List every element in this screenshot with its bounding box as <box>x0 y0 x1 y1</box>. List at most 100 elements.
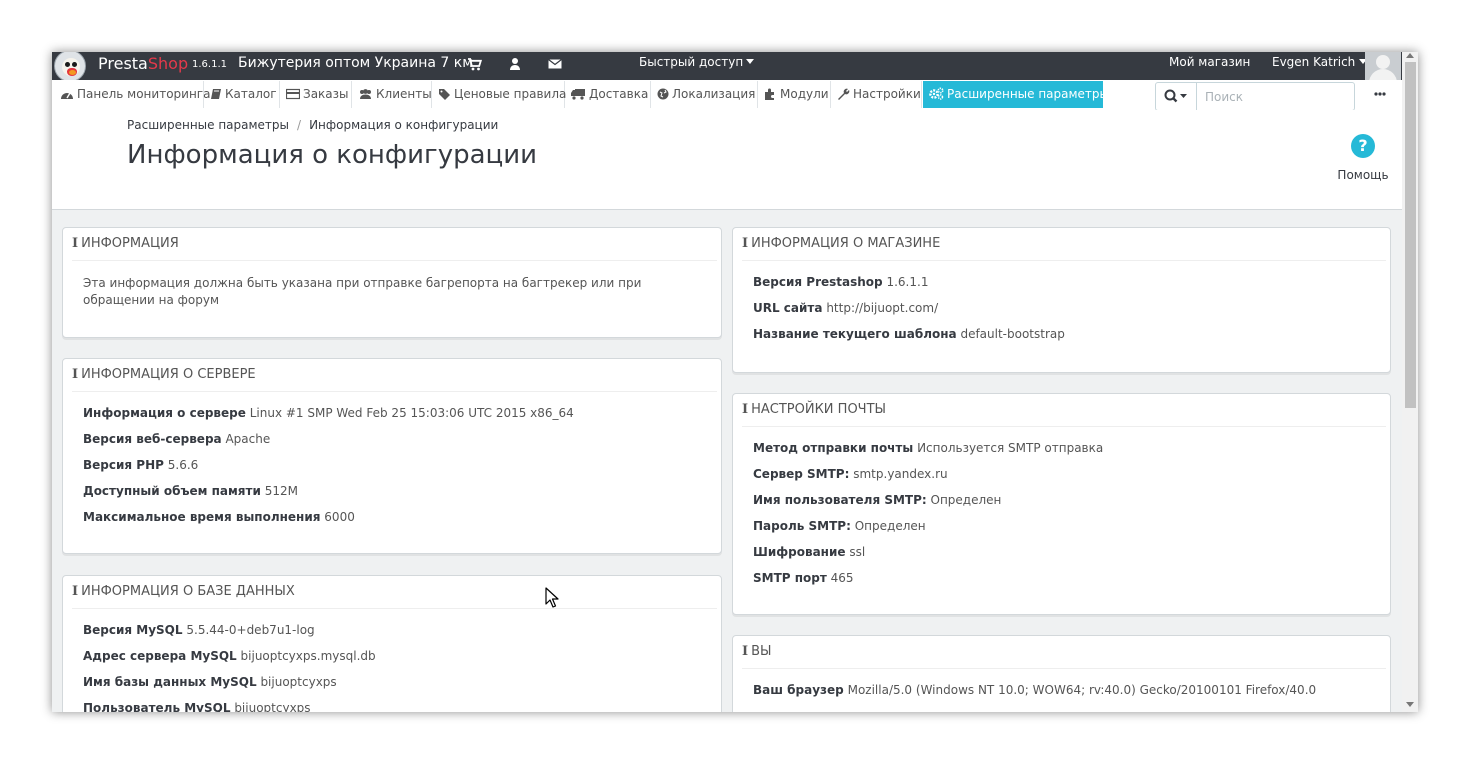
panel-store-info: i Информация о магазине Версия Prestashop… <box>732 227 1391 373</box>
menu-preferences[interactable]: Настройки <box>831 81 922 108</box>
search-box <box>1155 82 1355 111</box>
row-label: Сервер SMTP: <box>753 467 850 481</box>
scroll-thumb[interactable] <box>1405 62 1416 408</box>
menu-catalog[interactable]: Каталог <box>204 81 280 108</box>
menu-label: Расширенные параметры <box>947 87 1110 101</box>
question-icon: ? <box>1351 134 1375 158</box>
cogs-icon <box>929 87 944 100</box>
panel-heading: i Информация <box>72 228 717 261</box>
panel-heading: i Информация о базе данных <box>72 576 717 609</box>
breadcrumb-parent[interactable]: Расширенные параметры <box>127 118 289 132</box>
panel-title: Вы <box>751 644 772 659</box>
breadcrumb: Расширенные параметры / Информация о конфи… <box>127 118 498 132</box>
panel-description: Эта информация должна быть указана при о… <box>83 276 642 307</box>
panel-title: Информация <box>81 236 179 251</box>
my-shop-link[interactable]: Мой магазин <box>1169 55 1250 69</box>
user-icon[interactable] <box>507 56 525 74</box>
info-row: SMTP порт 465 <box>753 570 1374 596</box>
menu-price-rules[interactable]: Ценовые правила <box>432 81 567 108</box>
wrench-icon <box>838 88 850 100</box>
panel-database-info: i Информация о базе данных Версия MySQL 5… <box>62 575 722 712</box>
info-icon: i <box>72 236 79 251</box>
menu-label: Ценовые правила <box>454 87 567 101</box>
menu-orders[interactable]: Заказы <box>280 81 352 108</box>
row-value: Apache <box>225 432 271 446</box>
info-row: Имя базы данных MySQL bijuoptcyxps <box>83 674 705 700</box>
panel-heading: i Вы <box>742 636 1386 669</box>
panel-body: Версия MySQL 5.5.44-0+deb7u1-log Адрес с… <box>83 622 705 712</box>
search-input[interactable] <box>1197 83 1353 110</box>
menu-label: Клиенты <box>376 87 432 101</box>
scroll-up-icon[interactable] <box>1406 53 1414 58</box>
row-label: Версия MySQL <box>83 623 183 637</box>
page-scrollbar[interactable] <box>1402 52 1418 712</box>
row-label: Доступный объем памяти <box>83 484 261 498</box>
brand-name[interactable]: PrestaShop <box>98 54 188 74</box>
info-icon: i <box>742 644 749 659</box>
page-header: Расширенные параметры / Информация о конфи… <box>52 110 1402 210</box>
info-icon: i <box>742 236 749 251</box>
row-value: 1.6.1.1 <box>886 275 929 289</box>
search-type-dropdown[interactable] <box>1156 83 1197 110</box>
row-label: Имя пользователя SMTP: <box>753 493 927 507</box>
panel-heading: i Информация о магазине <box>742 228 1386 261</box>
envelope-icon[interactable] <box>547 56 565 74</box>
page-title: Информация о конфигурации <box>127 140 538 170</box>
info-row: Максимальное время выполнения 6000 <box>83 509 705 535</box>
row-value: 6000 <box>324 510 355 524</box>
puzzle-icon <box>765 88 774 100</box>
quick-access-dropdown[interactable]: Быстрый доступ <box>639 55 755 69</box>
panel-body: Версия Prestashop 1.6.1.1 URL сайта http… <box>753 274 1374 352</box>
info-row: Имя пользователя SMTP: Определен <box>753 492 1374 518</box>
row-value: 512M <box>264 484 298 498</box>
info-icon: i <box>72 584 79 599</box>
panel-heading: i Настройки почты <box>742 394 1386 427</box>
info-row: Доступный объем памяти 512M <box>83 483 705 509</box>
row-label: Ваш браузер <box>753 683 844 697</box>
menu-shipping[interactable]: Доставка <box>565 81 651 108</box>
cart-icon[interactable] <box>467 56 485 74</box>
row-label: SMTP порт <box>753 571 827 585</box>
mouse-cursor-icon <box>545 587 559 608</box>
info-row: Версия Prestashop 1.6.1.1 <box>753 274 1374 300</box>
menu-modules[interactable]: Модули <box>758 81 831 108</box>
panel-title: Информация о сервере <box>81 367 256 382</box>
shop-name-link[interactable]: Бижутерия оптом Украина 7 км <box>238 55 473 71</box>
menu-localization[interactable]: Локализация <box>651 81 758 108</box>
brand-shop: Shop <box>147 54 189 73</box>
info-row: Пароль SMTP: Определен <box>753 518 1374 544</box>
panel-body: Метод отправки почты Используется SMTP о… <box>753 440 1374 596</box>
row-value: http://bijuopt.com/ <box>826 301 939 315</box>
info-row: Адрес сервера MySQL bijuoptcyxps.mysql.d… <box>83 648 705 674</box>
row-label: Версия Prestashop <box>753 275 883 289</box>
scroll-down-icon[interactable] <box>1406 702 1414 707</box>
row-value: bijuoptcyxps.mysql.db <box>240 649 376 663</box>
menu-label: Модули <box>780 87 829 101</box>
info-row: Версия PHP 5.6.6 <box>83 457 705 483</box>
menu-dashboard[interactable]: Панель мониторинга <box>54 81 210 108</box>
more-dots-icon[interactable] <box>1370 88 1390 100</box>
info-row: Ваш браузер Mozilla/5.0 (Windows NT 10.0… <box>753 682 1374 708</box>
row-value: 5.6.6 <box>167 458 199 472</box>
users-icon <box>360 89 371 99</box>
row-label: URL сайта <box>753 301 823 315</box>
row-label: Имя базы данных MySQL <box>83 675 257 689</box>
prestashop-logo-icon[interactable] <box>54 52 86 82</box>
menu-advanced-parameters[interactable]: Расширенные параметры <box>923 81 1109 108</box>
avatar[interactable] <box>1365 52 1401 82</box>
info-row: Версия веб-сервера Apache <box>83 431 705 457</box>
book-icon <box>211 89 221 99</box>
info-icon: i <box>72 367 79 382</box>
menu-customers[interactable]: Клиенты <box>352 81 432 108</box>
row-value: Linux #1 SMP Wed Feb 25 15:03:06 UTC 201… <box>249 406 574 420</box>
row-label: Максимальное время выполнения <box>83 510 321 524</box>
info-row: URL сайта http://bijuopt.com/ <box>753 300 1374 326</box>
row-value: Mozilla/5.0 (Windows NT 10.0; WOW64; rv:… <box>847 683 1317 697</box>
help-button[interactable]: ? Помощь <box>1332 134 1394 182</box>
info-row: Сервер SMTP: smtp.yandex.ru <box>753 466 1374 492</box>
panel-title: Настройки почты <box>751 402 886 417</box>
user-menu[interactable]: Evgen Katrich <box>1272 55 1368 69</box>
panel-body: Эта информация должна быть указана при о… <box>83 275 681 309</box>
row-label: Версия веб-сервера <box>83 432 222 446</box>
main-menu: Панель мониторинга Каталог Заказы Клиент… <box>52 80 1402 111</box>
